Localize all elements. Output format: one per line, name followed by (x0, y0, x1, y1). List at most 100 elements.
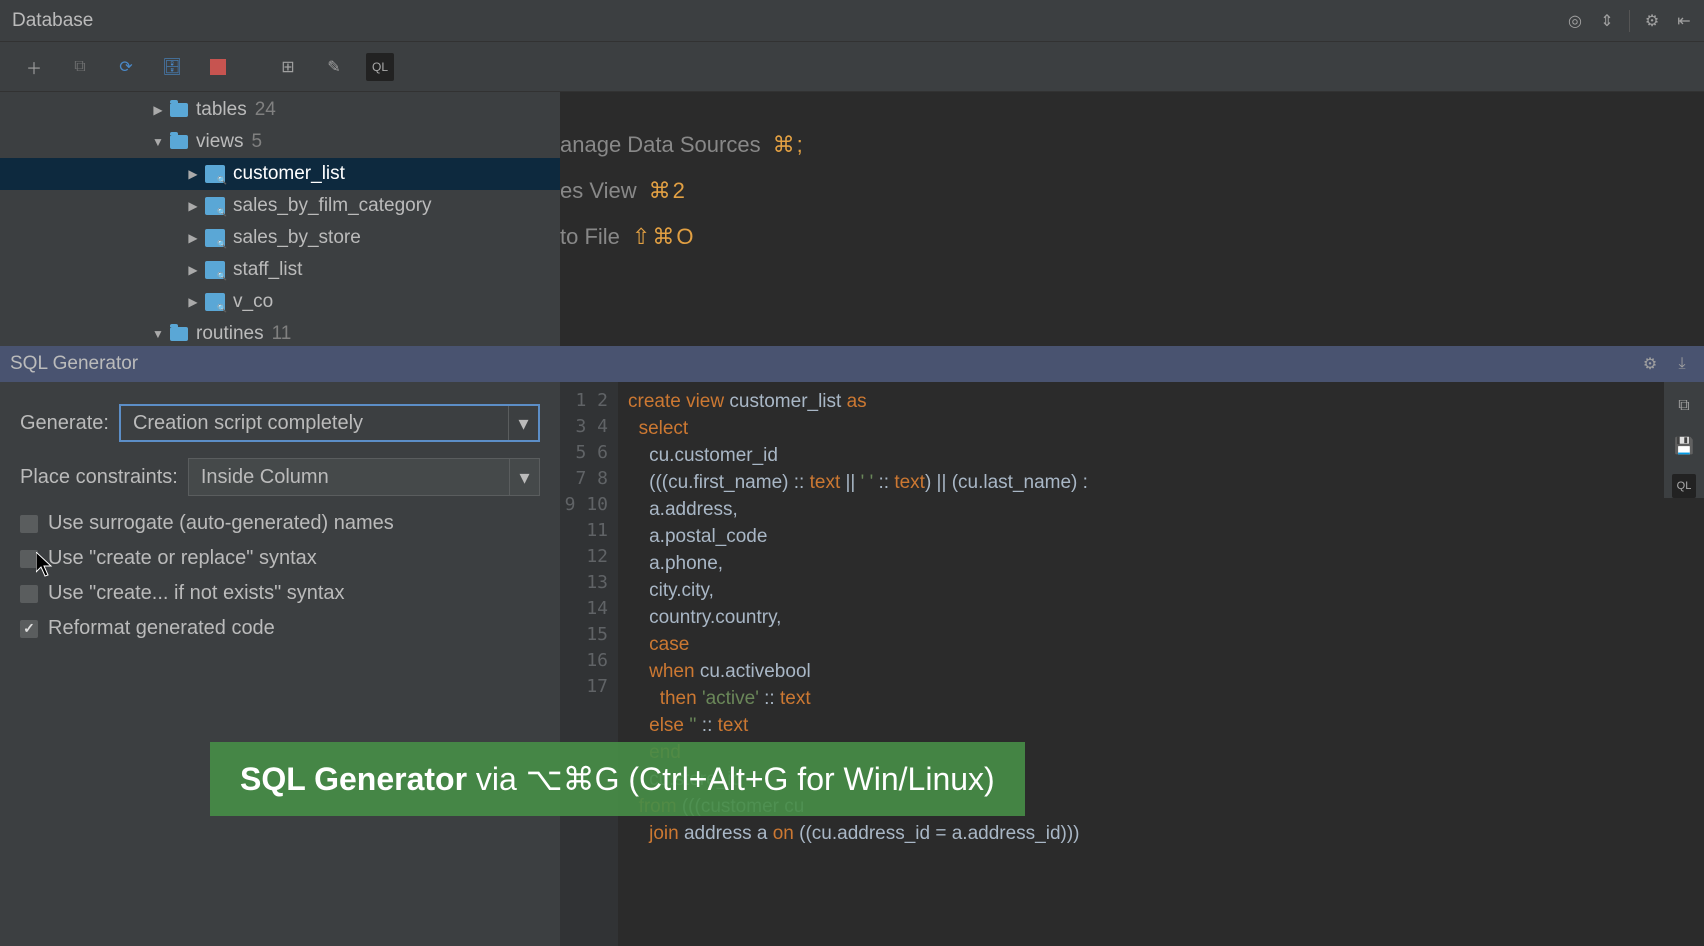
chevron-down-icon: ▾ (508, 406, 538, 440)
hint-row: to File ⇧⌘O (560, 214, 1704, 260)
checkbox-label: Reformat generated code (48, 617, 275, 640)
checkbox[interactable] (20, 515, 38, 533)
database-tree[interactable]: ▶ tables 24 ▼ views 5 ▶ customer_list ▶ sales_by_… (0, 92, 560, 358)
tree-row[interactable]: ▶ customer_list (0, 158, 560, 190)
panel-title: Database (8, 10, 93, 32)
checkbox-row[interactable]: Use surrogate (auto-generated) names (20, 512, 540, 535)
sql-generator-header: SQL Generator ⚙ ⤓ (0, 346, 1704, 382)
copy-icon[interactable]: ⧉ (1672, 394, 1696, 418)
hint-shortcut: ⇧⌘O (632, 224, 696, 250)
chevron-down-icon: ▾ (509, 459, 539, 495)
tree-count: 24 (255, 99, 276, 121)
tree-arrow-icon[interactable]: ▶ (185, 263, 201, 277)
generate-value: Creation script completely (133, 412, 363, 435)
tree-count: 5 (252, 131, 263, 153)
tip-rest: via ⌥⌘G (Ctrl+Alt+G for Win/Linux) (467, 761, 995, 797)
checkbox-label: Use "create or replace" syntax (48, 547, 317, 570)
view-icon (205, 229, 225, 247)
checkbox[interactable] (20, 620, 38, 638)
collapse-icon[interactable]: ⇕ (1595, 9, 1619, 33)
checkbox[interactable] (20, 585, 38, 603)
tree-label: staff_list (233, 259, 302, 281)
tip-strong: SQL Generator (240, 761, 467, 797)
folder-icon (170, 327, 188, 341)
constraints-select[interactable]: Inside Column ▾ (188, 458, 540, 496)
hint-label: to File (560, 224, 620, 250)
view-icon (205, 261, 225, 279)
view-icon (205, 197, 225, 215)
save-icon[interactable]: 💾 (1672, 434, 1696, 458)
separator (1629, 10, 1630, 32)
hint-row: anage Data Sources ⌘; (560, 122, 1704, 168)
tree-arrow-icon[interactable]: ▶ (185, 231, 201, 245)
sync-icon[interactable]: 🗄 (158, 53, 186, 81)
hint-shortcut: ⌘; (773, 132, 805, 158)
hint-row: es View ⌘2 (560, 168, 1704, 214)
generated-sql-code[interactable]: create view customer_list as select cu.c… (618, 382, 1704, 946)
sql-generator-form: Generate: Creation script completely ▾ P… (0, 382, 560, 946)
download-icon[interactable]: ⤓ (1670, 352, 1694, 376)
hide-icon[interactable]: ⇤ (1672, 9, 1696, 33)
table-icon[interactable]: ⊞ (274, 53, 302, 81)
database-toolbar: ＋ ⧉ ⟳ 🗄 ⊞ ✎ QL (0, 42, 1704, 92)
folder-icon (170, 103, 188, 117)
constraints-label: Place constraints: (20, 466, 178, 489)
target-icon[interactable]: ◎ (1563, 9, 1587, 33)
generated-sql-panel: 1 2 3 4 5 6 7 8 9 10 11 12 13 14 15 16 1… (560, 382, 1704, 946)
folder-icon (170, 135, 188, 149)
checkbox-row[interactable]: Use "create or replace" syntax (20, 547, 540, 570)
tree-label: sales_by_store (233, 227, 361, 249)
edit-icon[interactable]: ✎ (320, 53, 348, 81)
ql-icon[interactable]: QL (1672, 474, 1696, 498)
tree-label: customer_list (233, 163, 345, 185)
view-icon (205, 293, 225, 311)
tree-label: v_co (233, 291, 273, 313)
tree-arrow-icon[interactable]: ▼ (150, 327, 166, 341)
gear-icon[interactable]: ⚙ (1640, 9, 1664, 33)
tree-arrow-icon[interactable]: ▶ (185, 167, 201, 181)
hint-label: es View (560, 178, 637, 204)
sql-generator-title: SQL Generator (10, 353, 138, 375)
tree-row[interactable]: ▶ sales_by_film_category (0, 190, 560, 222)
ql-icon[interactable]: QL (366, 53, 394, 81)
tree-row[interactable]: ▶ sales_by_store (0, 222, 560, 254)
tree-arrow-icon[interactable]: ▼ (150, 135, 166, 149)
tree-label: tables (196, 99, 247, 121)
tree-row[interactable]: ▼ views 5 (0, 126, 560, 158)
generate-select[interactable]: Creation script completely ▾ (119, 404, 540, 442)
copy-icon[interactable]: ⧉ (66, 53, 94, 81)
code-side-actions: ⧉ 💾 QL (1664, 382, 1704, 498)
tree-arrow-icon[interactable]: ▶ (150, 103, 166, 117)
database-panel-header: Database ◎ ⇕ ⚙ ⇤ (0, 0, 1704, 42)
hint-label: anage Data Sources (560, 132, 761, 158)
tree-row[interactable]: ▶ staff_list (0, 254, 560, 286)
checkbox-row[interactable]: Use "create... if not exists" syntax (20, 582, 540, 605)
tree-count: 11 (272, 323, 292, 345)
code-gutter: 1 2 3 4 5 6 7 8 9 10 11 12 13 14 15 16 1… (560, 382, 618, 946)
refresh-icon[interactable]: ⟳ (112, 53, 140, 81)
sql-generator-actions: ⚙ ⤓ (1638, 352, 1694, 376)
tree-label: views (196, 131, 244, 153)
checkbox-label: Use surrogate (auto-generated) names (48, 512, 394, 535)
tree-arrow-icon[interactable]: ▶ (185, 295, 201, 309)
tree-row[interactable]: ▶ v_co (0, 286, 560, 318)
add-icon[interactable]: ＋ (20, 53, 48, 81)
hint-shortcut: ⌘2 (649, 178, 687, 204)
tree-label: sales_by_film_category (233, 195, 432, 217)
tree-arrow-icon[interactable]: ▶ (185, 199, 201, 213)
checkbox-row[interactable]: Reformat generated code (20, 617, 540, 640)
generate-label: Generate: (20, 412, 109, 435)
view-icon (205, 165, 225, 183)
panel-header-actions: ◎ ⇕ ⚙ ⇤ (1563, 9, 1696, 33)
tree-row[interactable]: ▶ tables 24 (0, 94, 560, 126)
gear-icon[interactable]: ⚙ (1638, 352, 1662, 376)
sql-generator-body: Generate: Creation script completely ▾ P… (0, 382, 1704, 946)
editor-hints: anage Data Sources ⌘; es View ⌘2 to File ⇧⌘O (560, 92, 1704, 260)
tip-banner: SQL Generator via ⌥⌘G (Ctrl+Alt+G for Wi… (210, 742, 1025, 816)
tree-label: routines (196, 323, 264, 345)
stop-icon[interactable] (204, 53, 232, 81)
constraints-row: Place constraints: Inside Column ▾ (20, 458, 540, 496)
checkbox[interactable] (20, 550, 38, 568)
generate-row: Generate: Creation script completely ▾ (20, 404, 540, 442)
checkbox-label: Use "create... if not exists" syntax (48, 582, 345, 605)
